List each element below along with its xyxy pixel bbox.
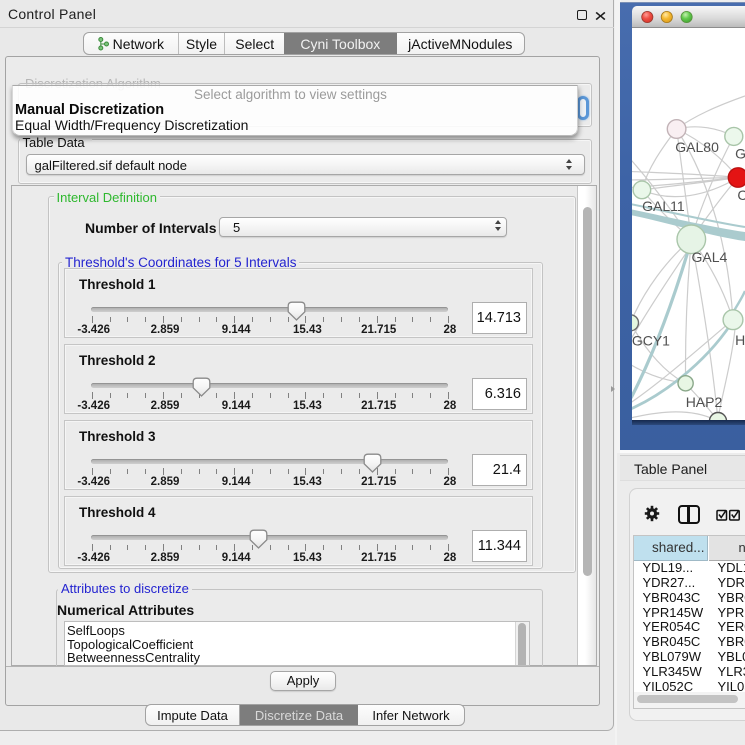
svg-text:GAL4: GAL4: [692, 249, 728, 265]
svg-text:GAL3: GAL3: [735, 146, 745, 162]
svg-text:CDC1: CDC1: [737, 187, 745, 203]
svg-text:GCY1: GCY1: [632, 333, 670, 349]
svg-text:GAL80: GAL80: [675, 139, 719, 155]
svg-text:GAL11: GAL11: [642, 198, 685, 214]
svg-text:HAP4: HAP4: [735, 332, 745, 348]
svg-text:HAP2: HAP2: [686, 394, 723, 410]
